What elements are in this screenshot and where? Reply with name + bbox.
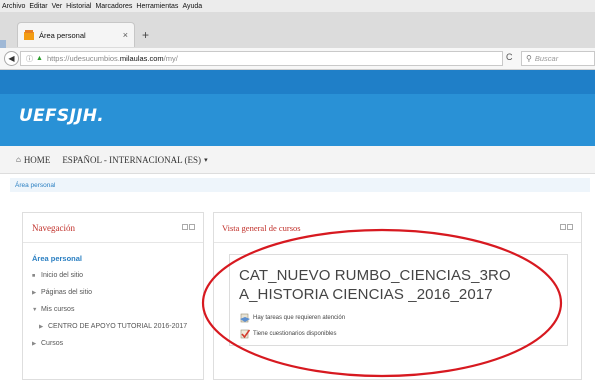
- expand-icon: ▶: [32, 289, 37, 296]
- nav-item-cursos[interactable]: ▶ Cursos: [32, 335, 203, 352]
- search-placeholder: Buscar: [534, 54, 559, 63]
- navigation-block-title: Navegación: [32, 222, 75, 233]
- assignment-notice[interactable]: Hay tareas que requieren atención: [240, 313, 345, 323]
- bullet-icon: ■: [32, 272, 36, 279]
- url-text: https://udesucumbios.milaulas.com/my/: [46, 54, 178, 63]
- course-title-line: A_HISTORIA CIENCIAS _2016_2017: [239, 286, 493, 303]
- nav-item-label: CENTRO DE APOYO TUTORIAL 2016-2017: [48, 323, 188, 330]
- arrow-left-icon: ◀: [8, 54, 15, 63]
- home-icon: ⌂: [16, 155, 21, 164]
- new-tab-button[interactable]: +: [142, 28, 149, 42]
- menu-ayuda[interactable]: Ayuda: [182, 3, 202, 10]
- quiz-notice[interactable]: Tiene cuestionarios disponibles: [240, 329, 337, 339]
- browser-navbar: ◀ ⓘ ▲ https://udesucumbios.milaulas.com/…: [0, 48, 595, 70]
- dock-block-icon[interactable]: [560, 224, 566, 230]
- navigation-block: Navegación Área personal ■ Inicio del si…: [22, 212, 204, 380]
- reload-icon[interactable]: C: [506, 52, 513, 62]
- breadcrumb-bar: Área personal: [0, 174, 595, 194]
- nav-item-inicio[interactable]: ■ Inicio del sitio: [32, 267, 203, 284]
- nav-item-area-personal[interactable]: Área personal: [32, 250, 203, 267]
- course-overview-title: Vista general de cursos: [222, 222, 301, 233]
- assignment-notice-label: Hay tareas que requieren atención: [253, 315, 346, 321]
- menu-marcadores[interactable]: Marcadores: [95, 3, 132, 10]
- browser-menubar: Archivo Editar Ver Historial Marcadores …: [0, 0, 595, 12]
- quiz-icon: [240, 329, 250, 339]
- nav-item-label: Inicio del sitio: [41, 272, 84, 279]
- nav-item-label: Páginas del sitio: [41, 289, 92, 296]
- menu-editar[interactable]: Editar: [29, 3, 47, 10]
- dock-block-icon[interactable]: [182, 224, 188, 230]
- close-tab-icon[interactable]: ×: [123, 30, 128, 40]
- course-overview-header: Vista general de cursos: [214, 213, 581, 243]
- info-icon[interactable]: ⓘ: [26, 54, 33, 64]
- block-controls: [559, 224, 573, 230]
- nav-item-label: Mis cursos: [41, 306, 75, 313]
- navigation-block-header: Navegación: [23, 213, 203, 243]
- menu-ver[interactable]: Ver: [52, 3, 63, 10]
- assignment-icon: [240, 313, 250, 323]
- collapse-icon: ▼: [32, 306, 38, 313]
- site-topbar: [0, 70, 595, 94]
- breadcrumb: Área personal: [10, 178, 590, 192]
- tab-area-personal[interactable]: Área personal ×: [17, 22, 135, 47]
- tab-strip: Área personal × +: [0, 12, 595, 52]
- nav-item-mis-cursos[interactable]: ▼ Mis cursos: [32, 301, 203, 318]
- site-name[interactable]: UEFSJJH.: [19, 106, 104, 126]
- quiz-notice-label: Tiene cuestionarios disponibles: [253, 331, 337, 337]
- collapse-block-icon[interactable]: [189, 224, 195, 230]
- menu-herramientas[interactable]: Herramientas: [136, 3, 178, 10]
- menu-archivo[interactable]: Archivo: [2, 3, 25, 10]
- collapse-block-icon[interactable]: [567, 224, 573, 230]
- menu-home[interactable]: ⌂ HOME: [16, 155, 50, 165]
- block-controls: [181, 224, 195, 230]
- search-icon: ⚲: [526, 54, 532, 63]
- menu-historial[interactable]: Historial: [66, 3, 91, 10]
- nav-item-paginas[interactable]: ▶ Páginas del sitio: [32, 284, 203, 301]
- breadcrumb-area-personal[interactable]: Área personal: [15, 182, 55, 189]
- search-input[interactable]: ⚲ Buscar: [521, 51, 595, 66]
- moodle-favicon-icon: [24, 30, 34, 40]
- expand-icon: ▶: [32, 340, 37, 347]
- menu-home-label: HOME: [23, 154, 51, 165]
- menu-language[interactable]: ESPAÑOL - INTERNACIONAL (ES) ▾: [62, 155, 207, 165]
- menu-language-label: ESPAÑOL - INTERNACIONAL (ES): [62, 154, 202, 165]
- navigation-tree: Área personal ■ Inicio del sitio ▶ Págin…: [23, 250, 203, 352]
- lock-icon[interactable]: ▲: [36, 55, 43, 62]
- course-title-line: CAT_NUEVO RUMBO_CIENCIAS_3RO: [239, 267, 511, 284]
- chevron-down-icon: ▾: [204, 155, 208, 164]
- nav-item-centro-apoyo[interactable]: ▶ CENTRO DE APOYO TUTORIAL 2016-2017: [32, 318, 203, 335]
- tab-title: Área personal: [39, 30, 86, 40]
- nav-item-label: Cursos: [41, 340, 64, 347]
- address-bar[interactable]: ⓘ ▲ https://udesucumbios.milaulas.com/my…: [20, 51, 503, 66]
- back-button[interactable]: ◀: [4, 51, 19, 66]
- course-title-link[interactable]: CAT_NUEVO RUMBO_CIENCIAS_3RO A_HISTORIA …: [239, 266, 569, 304]
- custom-menu: ⌂ HOME ESPAÑOL - INTERNACIONAL (ES) ▾: [0, 146, 595, 174]
- expand-icon: ▶: [39, 323, 44, 330]
